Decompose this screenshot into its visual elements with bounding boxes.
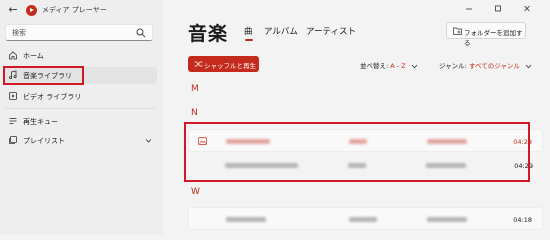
artist-redacted [348, 163, 366, 168]
group-letter-n[interactable]: N [191, 108, 198, 118]
genre-label: ジャンル: [439, 62, 467, 70]
folder-add-icon [453, 27, 462, 35]
add-folder-label: フォルダーを追加する [464, 29, 523, 47]
song-title-redacted [226, 139, 270, 144]
video-icon [9, 92, 17, 100]
song-title-redacted [226, 217, 266, 222]
chevron-down-icon [525, 64, 532, 68]
maximize-icon[interactable] [491, 3, 505, 15]
shuffle-and-play-button[interactable]: シャッフルと再生 [188, 56, 259, 72]
play-queue-icon [9, 118, 17, 124]
app-title: メディア プレーヤー [42, 6, 107, 14]
album-art-icon [198, 137, 207, 145]
sort-label: 並べ替え: [360, 62, 389, 70]
close-icon[interactable] [520, 3, 534, 15]
group-letter-w[interactable]: W [191, 187, 200, 197]
song-duration: 04:18 [513, 216, 532, 224]
chevron-down-icon [411, 64, 418, 68]
nav-item-video-library[interactable]: ビデオ ライブラリ [3, 88, 157, 105]
nav-item-play-queue[interactable]: 再生キュー [3, 113, 157, 130]
tab-songs[interactable]: 曲 [244, 25, 253, 37]
search-box[interactable] [5, 24, 153, 41]
shuffle-and-play-label: シャッフルと再生 [204, 62, 256, 70]
nav-item-label: ビデオ ライブラリ [23, 93, 82, 101]
minimize-icon[interactable] [462, 3, 476, 15]
sort-dropdown[interactable]: 並べ替え: A - Z [360, 60, 418, 70]
sort-value: A - Z [390, 62, 406, 70]
song-row[interactable]: 04:18 [188, 207, 543, 230]
nav-item-label: 再生キュー [23, 118, 58, 126]
tab-artists[interactable]: アーティスト [306, 25, 356, 37]
home-icon [9, 51, 17, 60]
back-arrow-icon[interactable]: ← [6, 3, 20, 17]
song-row[interactable]: 04:29 [188, 154, 543, 177]
genre-dropdown[interactable]: ジャンル: すべてのジャンル [439, 60, 532, 70]
group-letter-m[interactable]: M [191, 84, 199, 94]
add-folder-button[interactable]: フォルダーを追加する [446, 22, 526, 47]
page-title: 音楽 [188, 23, 229, 45]
nav-item-home[interactable]: ホーム [3, 47, 157, 64]
song-title-redacted [225, 163, 298, 168]
song-row[interactable]: 04:29 [188, 129, 543, 152]
main-content: 音楽 曲 アルバム アーティスト フォルダーを追加する シャッフルと再生 並べ替… [163, 0, 550, 235]
music-note-icon [9, 70, 17, 80]
sidebar: ← メディア プレーヤー ホーム 音楽ライブラリ ビデオ ライブラリ [0, 0, 163, 235]
title-bar: ← メディア プレーヤー [0, 0, 163, 22]
nav-item-label: ホーム [23, 52, 44, 60]
album-redacted [427, 217, 467, 222]
album-redacted [426, 163, 466, 168]
song-duration: 04:29 [513, 138, 532, 146]
nav-item-playlists[interactable]: プレイリスト [3, 132, 157, 149]
media-player-logo-icon [26, 5, 37, 16]
search-icon[interactable] [136, 28, 146, 38]
artist-redacted [349, 139, 367, 144]
nav-item-label: 音楽ライブラリ [23, 72, 72, 80]
tab-albums[interactable]: アルバム [264, 25, 298, 37]
artist-redacted [349, 217, 377, 222]
nav-item-music-library[interactable]: 音楽ライブラリ [3, 67, 157, 84]
album-redacted [427, 139, 467, 144]
nav-divider [5, 108, 155, 109]
shuffle-icon [194, 61, 203, 67]
nav-item-label: プレイリスト [23, 137, 65, 145]
playlist-icon [9, 136, 17, 144]
chevron-down-icon[interactable] [144, 136, 153, 145]
search-input[interactable] [12, 27, 132, 38]
genre-value: すべてのジャンル [468, 62, 520, 70]
song-duration: 04:29 [514, 162, 533, 170]
tab-selected-indicator [245, 39, 253, 41]
